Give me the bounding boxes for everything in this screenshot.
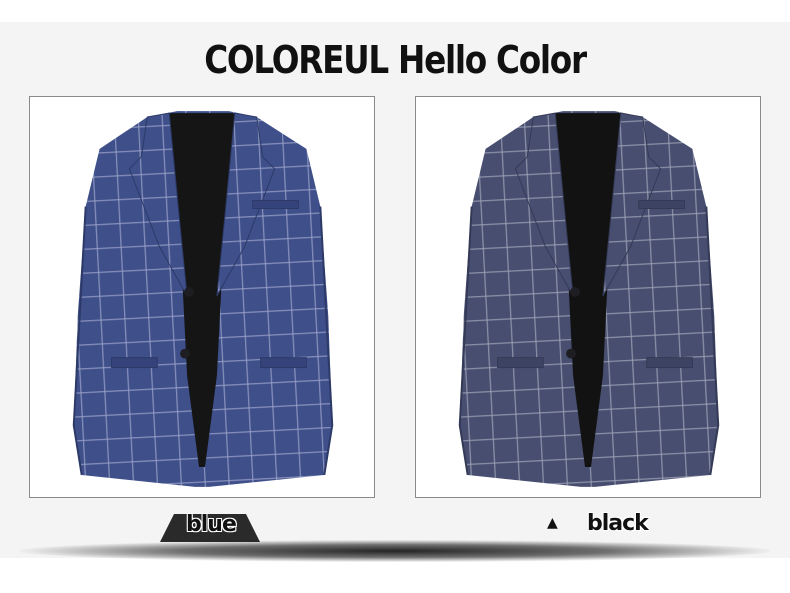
page-title: COLOREUL Hello Color bbox=[204, 38, 587, 82]
shadow-divider bbox=[20, 540, 770, 562]
triangle-icon: ▲ bbox=[547, 515, 558, 531]
blazer-icon bbox=[72, 111, 334, 487]
color-label-blue[interactable]: blue bbox=[186, 512, 237, 537]
product-image-black[interactable] bbox=[415, 96, 761, 498]
color-label-black[interactable]: black bbox=[587, 511, 649, 536]
blazer-icon bbox=[458, 111, 720, 487]
product-image-blue[interactable] bbox=[29, 96, 375, 498]
